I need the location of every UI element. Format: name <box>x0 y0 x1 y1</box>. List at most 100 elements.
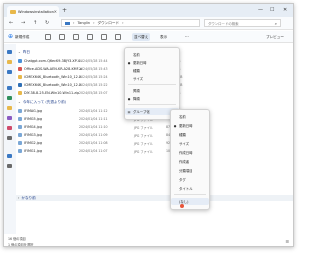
submenu-item-authors[interactable]: 作成者 <box>171 158 209 165</box>
file-date: 2024/01/04 11:09 <box>79 133 108 137</box>
new-button[interactable]: ⊕ 新規作成 <box>8 33 29 41</box>
up-icon[interactable]: ↑ <box>33 19 37 27</box>
copy-icon[interactable] <box>59 34 65 40</box>
refresh-icon[interactable]: ↻ <box>45 19 49 27</box>
close-tab-icon[interactable]: ✕ <box>54 9 57 14</box>
file-name: IFIMG3.jpg <box>24 133 42 137</box>
desktop-icon[interactable] <box>7 86 12 90</box>
list-item[interactable]: IFIMG4.jpg 2024/01/04 11:10 JPG ファイル 87 … <box>18 124 175 130</box>
menu-item-label: 種類 <box>179 133 186 137</box>
documents-icon[interactable] <box>7 106 12 110</box>
submenu-item-date-created[interactable]: 作成日時 <box>171 149 209 156</box>
submenu-item-size[interactable]: サイズ <box>171 140 209 147</box>
back-icon[interactable]: ← <box>9 19 13 27</box>
list-item[interactable]: IFIMG5.jpg 2024/01/04 11:11 JPG ファイル 97 … <box>18 116 175 122</box>
file-name: IFIMG2.jpg <box>24 141 42 145</box>
breadcrumb-item[interactable]: Tanglin <box>77 21 90 25</box>
list-item[interactable]: IFIMG1.jpg 2024/01/04 11:07 JPG ファイル 104… <box>18 148 177 154</box>
submenu-item-tags[interactable]: タグ <box>171 176 209 183</box>
submenu-item-title[interactable]: タイトル <box>171 185 209 192</box>
maximize-button[interactable]: ☐ <box>270 6 274 14</box>
file-icon <box>18 91 22 95</box>
image-file-icon <box>18 109 22 113</box>
file-name: Office-ADS-WA-AEN-KR-A28-KMF-win-iHost..… <box>24 67 82 71</box>
group-header-collapsed[interactable] <box>16 195 293 201</box>
file-date: 2024/05/28 15:43 <box>79 67 108 71</box>
rename-icon[interactable] <box>87 34 93 40</box>
submenu-item-date-modified[interactable]: ● 更新日時 <box>171 122 209 129</box>
image-file-icon <box>18 149 22 153</box>
group-header[interactable]: ⌄ 今年に入って (先週より前) <box>18 99 66 105</box>
computer-icon <box>65 21 70 25</box>
tab-downloads[interactable]: Windowsinstallationmedi ✕ <box>7 6 59 17</box>
submenu-item-type[interactable]: 種類 <box>171 131 209 138</box>
gallery-icon[interactable] <box>7 60 12 64</box>
list-item[interactable]: DIY-38-8-25-EN-Win10-Win11.zip 2024/05/2… <box>18 90 180 96</box>
breadcrumb-separator: › <box>93 21 95 25</box>
sort-button[interactable]: 並べ替え <box>132 33 151 41</box>
menu-item-size[interactable]: サイズ <box>125 75 179 82</box>
menu-item-name[interactable]: 名前 <box>125 51 179 58</box>
navigation-pane <box>4 44 16 234</box>
menu-separator <box>174 194 206 195</box>
downloads-icon[interactable] <box>7 96 12 100</box>
list-item[interactable]: Office-ADS-WA-AEN-KR-A28-KMF-win-iHost..… <box>18 66 180 72</box>
menu-item-ascending[interactable]: 昇順 <box>125 87 179 94</box>
chevron-right-icon: › <box>18 196 20 200</box>
delete-icon[interactable] <box>115 34 121 40</box>
music-icon[interactable] <box>7 126 12 130</box>
menu-item-type[interactable]: 種類 <box>125 67 179 74</box>
share-icon[interactable] <box>101 34 107 40</box>
list-item[interactable]: iCMEX64K_Bluetooth_Win10_12.0.1.190_... … <box>18 82 182 88</box>
breadcrumb[interactable]: › Tanglin › ダウンロード › <box>61 19 200 27</box>
network-icon[interactable] <box>7 164 12 168</box>
cut-icon[interactable] <box>45 34 51 40</box>
more-options-button[interactable]: ··· <box>185 33 189 41</box>
forward-icon[interactable]: → <box>21 19 25 27</box>
new-tab-button[interactable]: + <box>62 7 67 15</box>
view-button[interactable]: 表示 <box>160 33 167 41</box>
group-header[interactable]: ⌄ 昨日 <box>18 49 30 55</box>
tab-strip: Windowsinstallationmedi ✕ + — ☐ ✕ <box>4 4 293 17</box>
preview-button[interactable]: プレビュー <box>266 33 284 41</box>
breadcrumb-item[interactable]: ダウンロード <box>98 21 120 26</box>
list-item[interactable]: Chatgpt.com-Q6ecK9-3BJY3-XP-V... 2024/05… <box>18 58 180 64</box>
list-item[interactable]: IFIMG2.jpg 2024/01/04 11:08 JPG ファイル 92 … <box>18 140 175 146</box>
submenu-item-categories[interactable]: 分類項目 <box>171 167 209 174</box>
menu-item-descending[interactable]: ● 降順 <box>125 95 179 102</box>
image-file-icon <box>18 125 22 129</box>
status-bar: 16 個の項目 1 個の項目を選択 ☰ <box>4 235 293 246</box>
submenu-item-none[interactable]: (なし) <box>171 198 209 205</box>
file-name: DIY-38-8-25-EN-Win10-Win11.zip <box>24 91 80 95</box>
menu-item-label: 昇順 <box>133 89 140 93</box>
submenu-item-name[interactable]: 名前 <box>171 113 209 120</box>
group-header[interactable]: › かなり前 <box>18 195 36 201</box>
file-icon <box>18 83 22 87</box>
paste-icon[interactable] <box>73 34 79 40</box>
list-item[interactable]: IFIMG3.jpg 2024/01/04 11:09 JPG ファイル 84 … <box>18 132 175 138</box>
menu-item-label: 更新日時 <box>179 124 193 128</box>
menu-item-label: 更新日時 <box>133 61 147 65</box>
list-item[interactable]: IFIMAG.jpg 2024/01/04 11:12 JPG ファイル 117… <box>18 108 177 114</box>
menu-item-label: タイトル <box>179 187 193 191</box>
menu-item-label: グループ化 <box>133 110 150 114</box>
menu-item-label: 作成者 <box>179 160 190 164</box>
close-window-button[interactable]: ✕ <box>283 6 287 14</box>
address-bar: ← → ↑ ↻ › Tanglin › ダウンロード › ダウンロードの検索 ⌕ <box>4 17 293 30</box>
home-icon[interactable] <box>7 50 12 54</box>
file-type: JPG ファイル <box>134 133 154 138</box>
onedrive-icon[interactable] <box>7 70 12 74</box>
videos-icon[interactable] <box>7 136 12 140</box>
this-pc-icon[interactable] <box>7 154 12 158</box>
pictures-icon[interactable] <box>7 116 12 120</box>
details-view-icon[interactable]: ☰ <box>285 239 289 244</box>
image-file-icon <box>18 141 22 145</box>
menu-separator <box>128 84 176 85</box>
check-mark: ● <box>127 96 131 101</box>
minimize-button[interactable]: — <box>258 6 263 14</box>
file-icon <box>18 75 22 79</box>
menu-item-date-modified[interactable]: ● 更新日時 <box>125 59 179 66</box>
search-input[interactable]: ダウンロードの検索 ⌕ <box>204 19 281 27</box>
list-item[interactable]: iCMEX64K_Bluetooth_Win10_12.0.1.190_... … <box>18 74 182 80</box>
file-name: Chatgpt.com-Q6ecK9-3BJY3-XP-V... <box>24 59 82 63</box>
